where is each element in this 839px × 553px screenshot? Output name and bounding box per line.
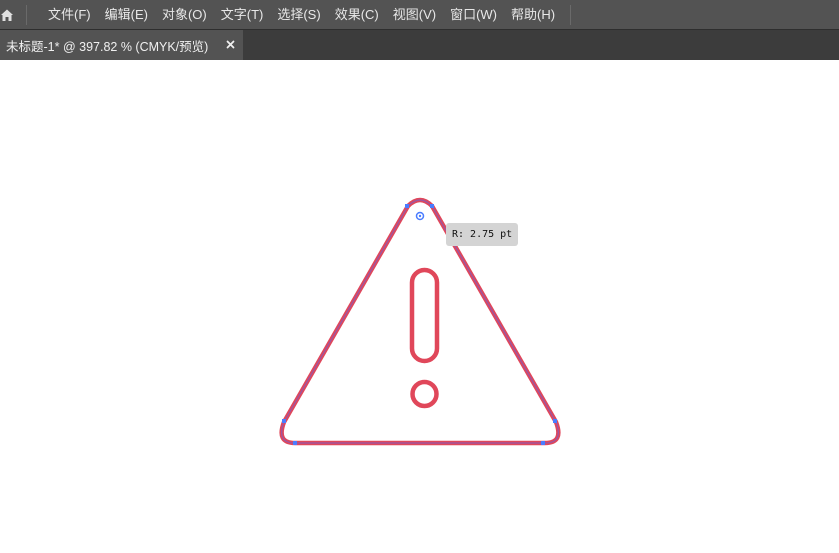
menu-window[interactable]: 窗口(W) bbox=[443, 0, 504, 29]
menu-items: 文件(F) 编辑(E) 对象(O) 文字(T) 选择(S) 效果(C) 视图(V… bbox=[41, 0, 562, 29]
home-button[interactable] bbox=[0, 0, 18, 29]
menu-separator bbox=[26, 4, 27, 25]
anchor-point[interactable] bbox=[405, 204, 409, 208]
exclamation-bar[interactable] bbox=[409, 267, 440, 364]
close-tab-button[interactable] bbox=[223, 37, 237, 51]
anchor-point[interactable] bbox=[430, 204, 434, 208]
menu-effect[interactable]: 效果(C) bbox=[328, 0, 386, 29]
menu-separator bbox=[570, 4, 572, 25]
anchor-point[interactable] bbox=[541, 441, 545, 445]
anchor-point[interactable] bbox=[553, 419, 557, 423]
menu-bar: 文件(F) 编辑(E) 对象(O) 文字(T) 选择(S) 效果(C) 视图(V… bbox=[0, 0, 839, 29]
artboard-canvas[interactable] bbox=[0, 60, 839, 553]
close-icon bbox=[226, 40, 234, 48]
anchor-point[interactable] bbox=[293, 441, 297, 445]
document-tab[interactable]: 未标题-1* @ 397.82 % (CMYK/预览) bbox=[0, 30, 243, 60]
menu-file[interactable]: 文件(F) bbox=[41, 0, 98, 29]
live-corner-widget-dot bbox=[418, 214, 422, 218]
home-icon bbox=[1, 9, 13, 21]
anchor-point[interactable] bbox=[282, 419, 286, 423]
document-tab-title: 未标题-1* @ 397.82 % (CMYK/预览) bbox=[6, 39, 209, 54]
corner-radius-tooltip: R: 2.75 pt bbox=[446, 223, 519, 246]
document-tab-bar: 未标题-1* @ 397.82 % (CMYK/预览) bbox=[0, 29, 839, 60]
menu-type[interactable]: 文字(T) bbox=[214, 0, 271, 29]
menu-view[interactable]: 视图(V) bbox=[386, 0, 443, 29]
menu-help[interactable]: 帮助(H) bbox=[504, 0, 562, 29]
warning-artwork[interactable] bbox=[0, 60, 839, 553]
menu-edit[interactable]: 编辑(E) bbox=[98, 0, 155, 29]
menu-object[interactable]: 对象(O) bbox=[155, 0, 214, 29]
exclamation-dot[interactable] bbox=[410, 379, 439, 409]
menu-select[interactable]: 选择(S) bbox=[270, 0, 327, 29]
